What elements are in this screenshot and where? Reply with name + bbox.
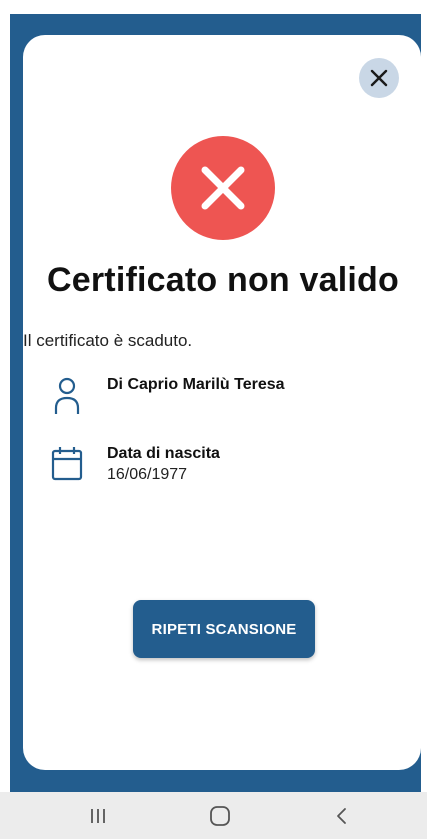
birth-row: Data di nascita 16/06/1977 xyxy=(47,445,220,489)
holder-name: Di Caprio Marilù Teresa xyxy=(107,376,285,393)
birth-date: 16/06/1977 xyxy=(107,466,188,483)
close-icon xyxy=(370,69,388,87)
repeat-scan-button[interactable]: RIPETI SCANSIONE xyxy=(133,600,315,658)
home-icon xyxy=(210,805,230,826)
error-x-icon xyxy=(171,136,275,240)
recent-apps-icon xyxy=(91,808,105,823)
calendar-icon xyxy=(47,445,87,489)
page-title: Certificato non valido xyxy=(47,261,399,299)
holder-row: Di Caprio Marilù Teresa xyxy=(47,376,285,420)
close-button[interactable] xyxy=(359,58,399,98)
back-icon xyxy=(337,807,346,824)
person-icon xyxy=(47,376,87,420)
home-button[interactable] xyxy=(190,792,250,839)
status-message: Il certificato è scaduto. xyxy=(23,331,193,350)
result-dialog: Certificato non valido Il certificato è … xyxy=(23,35,421,770)
recent-apps-button[interactable] xyxy=(68,792,128,839)
back-button[interactable] xyxy=(312,792,372,839)
system-navbar xyxy=(0,792,427,839)
birth-label: Data di nascita xyxy=(107,445,220,462)
